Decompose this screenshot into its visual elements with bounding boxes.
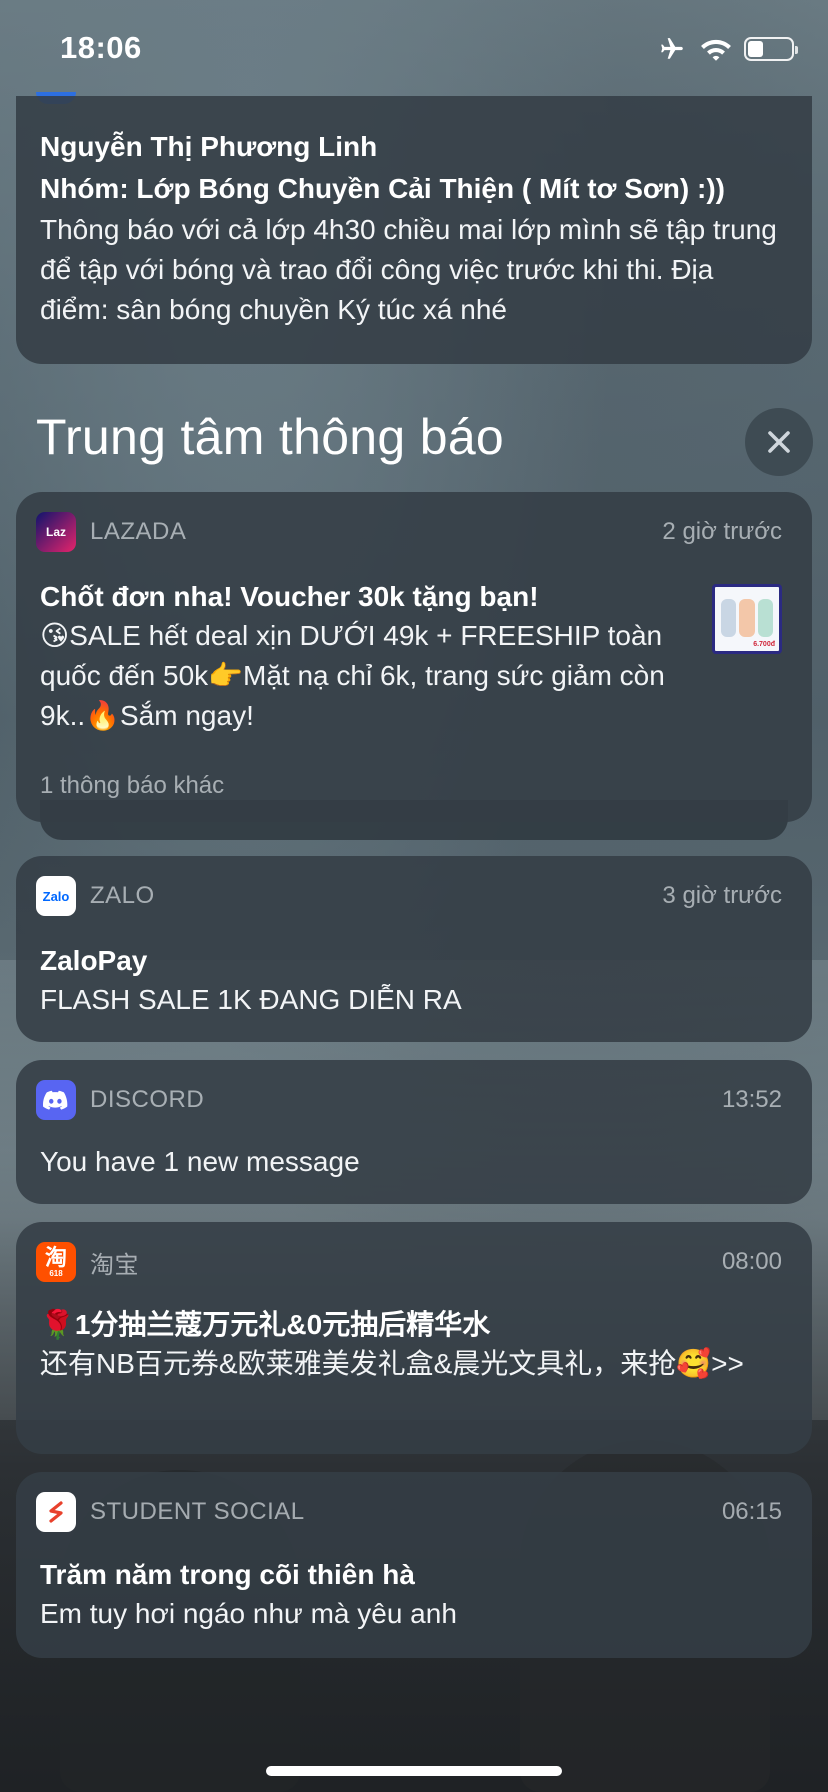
notification-center-title: Trung tâm thông báo <box>36 409 505 465</box>
notification-message: 还有NB百元券&欧莱雅美发礼盒&晨光文具礼，来抢🥰>> <box>40 1348 744 1379</box>
notification-time: 06:15 <box>721 1498 782 1525</box>
wifi-icon <box>701 39 731 61</box>
notification-app-name: DISCORD <box>90 1086 205 1113</box>
notification-thumbnail: 6.700đ <box>712 584 782 654</box>
thumbnail-price: 6.700đ <box>753 641 775 648</box>
notification-title: 🌹1分抽兰蔻万元礼&0元抽后精华水 <box>40 1309 491 1340</box>
notification-message: Em tuy hơi ngáo như mà yêu anh <box>40 1598 457 1629</box>
notification-message: 😘SALE hết deal xịn DƯỚI 49k + FREESHIP t… <box>40 620 665 731</box>
notification-message: You have 1 new message <box>40 1146 360 1177</box>
clear-notifications-button[interactable] <box>745 408 813 476</box>
notification-student-social[interactable]: STUDENT SOCIAL 06:15 Trăm năm trong cõi … <box>16 1472 812 1658</box>
lazada-icon: Laz <box>36 512 76 552</box>
notification-group: Nhóm: Lớp Bóng Chuyền Cải Thiện ( Mít tơ… <box>40 173 725 204</box>
notification-app-name: 淘宝 <box>90 1251 139 1279</box>
zalo-icon: Zalo <box>36 876 76 916</box>
notification-message: FLASH SALE 1K ĐANG DIỄN RA <box>40 984 462 1015</box>
notification-sender: Nguyễn Thị Phương Linh <box>40 131 378 162</box>
more-notifications-label: 1 thông báo khác <box>40 772 225 799</box>
status-icons <box>656 36 798 62</box>
taobao-icon: 淘 618 <box>36 1242 76 1282</box>
battery-icon <box>744 37 798 61</box>
student-social-icon <box>36 1492 76 1532</box>
notification-app-name: LAZADA <box>90 518 187 545</box>
notification-lazada[interactable]: Laz LAZADA 2 giờ trước Chốt đơn nha! Vou… <box>16 492 812 822</box>
notification-title: Trăm năm trong cõi thiên hà <box>40 1559 415 1590</box>
close-icon <box>768 431 790 453</box>
home-indicator[interactable] <box>266 1766 562 1776</box>
notification-time: 3 giờ trước <box>662 882 782 909</box>
notification-title: ZaloPay <box>40 945 148 976</box>
notification-time: 2 giờ trước <box>662 518 782 545</box>
notification-zalo[interactable]: Zalo ZALO 3 giờ trước ZaloPay FLASH SALE… <box>16 856 812 1042</box>
status-time: 18:06 <box>60 30 142 65</box>
notification-time: 13:52 <box>721 1086 782 1113</box>
discord-icon <box>36 1080 76 1120</box>
notification-app-name: ZALO <box>90 882 155 909</box>
airplane-icon <box>661 38 683 59</box>
notification-time: 08:00 <box>721 1248 782 1275</box>
notification-discord[interactable]: DISCORD 13:52 You have 1 new message <box>16 1060 812 1204</box>
status-bar: 18:06 <box>0 0 828 96</box>
pinned-notification[interactable]: Nguyễn Thị Phương Linh Nhóm: Lớp Bóng Ch… <box>16 96 812 364</box>
notification-taobao[interactable]: 淘 618 淘宝 08:00 🌹1分抽兰蔻万元礼&0元抽后精华水 还有NB百元券… <box>16 1222 812 1454</box>
notification-title: Chốt đơn nha! Voucher 30k tặng bạn! <box>40 581 539 612</box>
notification-app-name: STUDENT SOCIAL <box>90 1498 305 1525</box>
notification-message: Thông báo với cả lớp 4h30 chiều mai lớp … <box>40 214 777 325</box>
